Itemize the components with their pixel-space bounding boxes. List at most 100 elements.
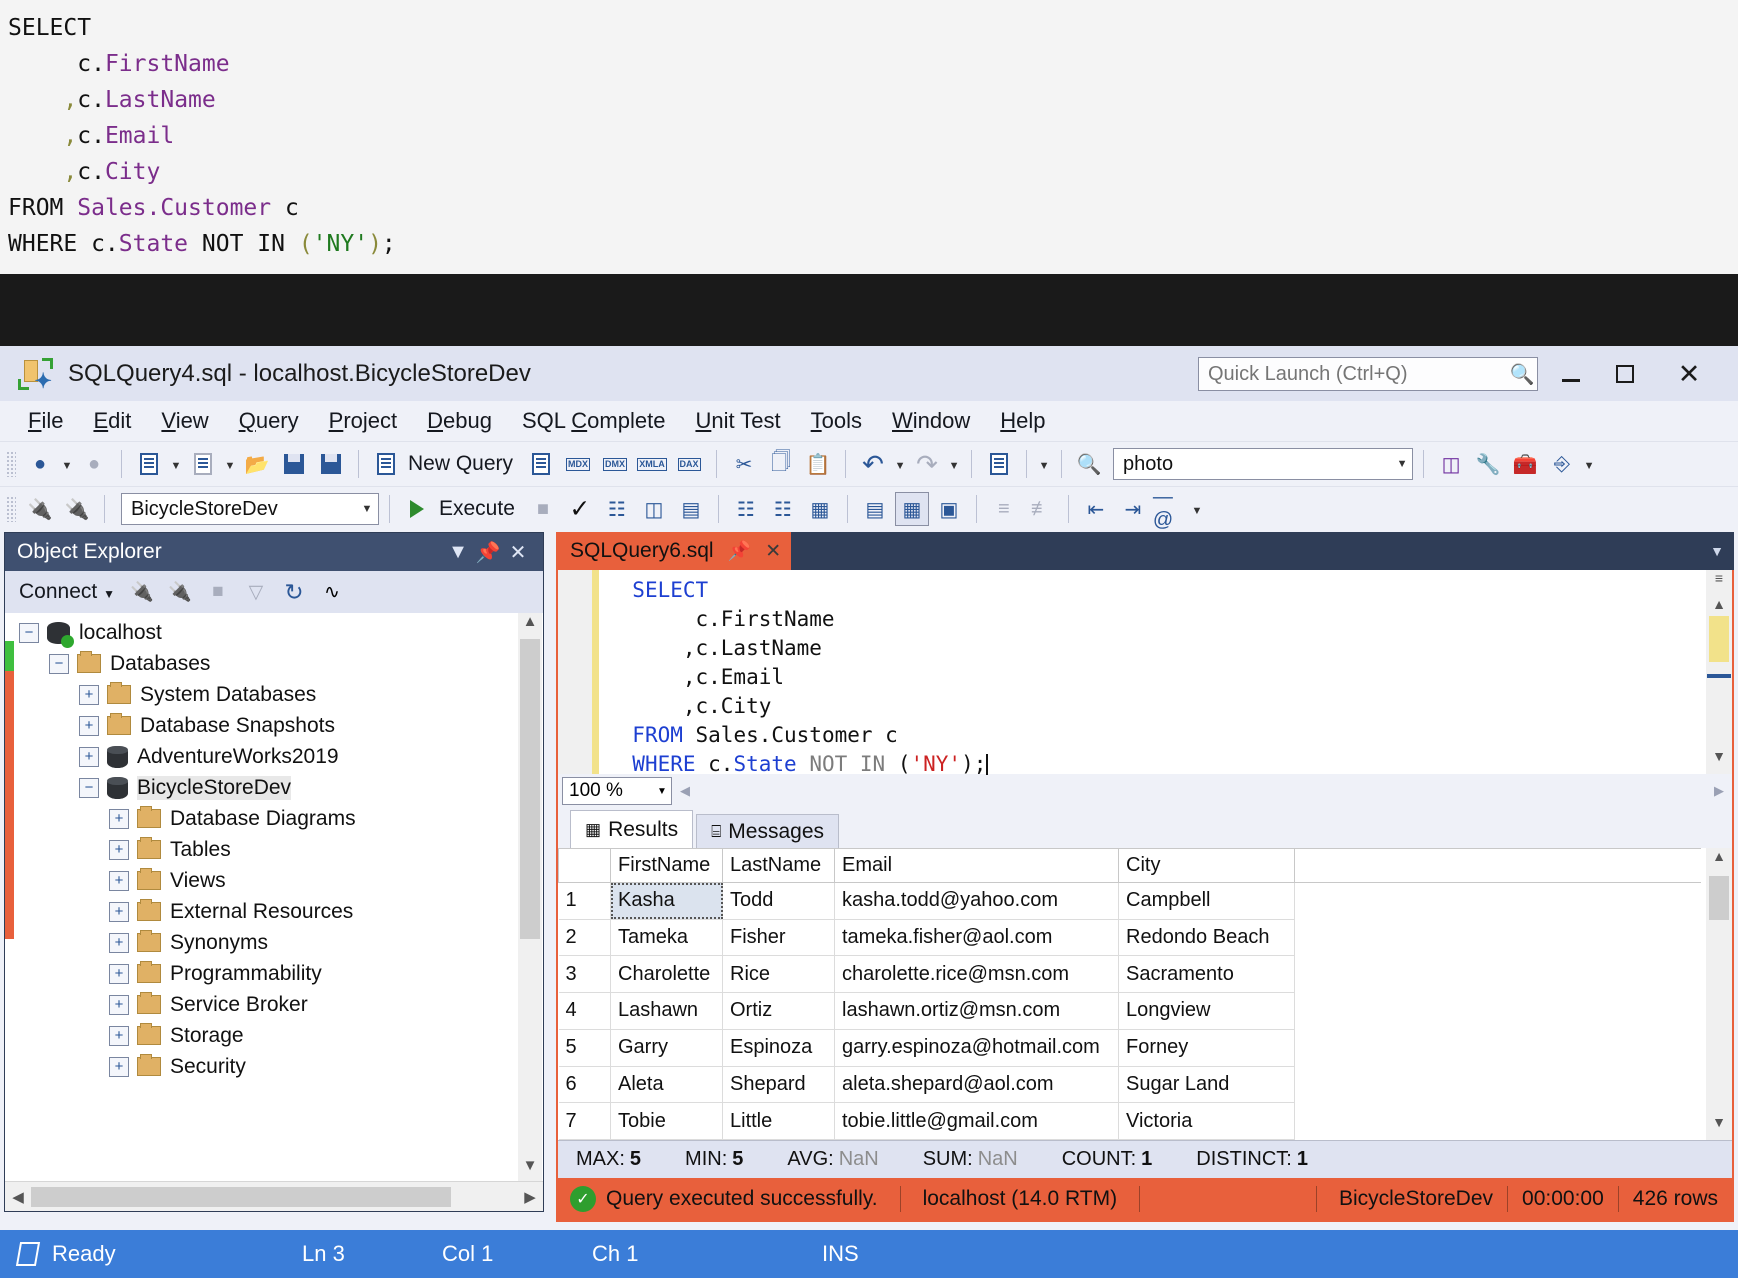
connect-icon[interactable]: 🔌 (23, 492, 57, 526)
menu-item-edit[interactable]: Edit (79, 404, 145, 438)
specify-values-icon[interactable]: —@ (1153, 486, 1187, 531)
column-header-city[interactable]: City (1118, 848, 1295, 883)
command-prompt-dropdown[interactable]: ▼ (1582, 447, 1596, 481)
scrollbar-thumb[interactable] (520, 639, 540, 939)
save-all-icon[interactable] (314, 447, 348, 481)
expand-icon[interactable]: + (109, 932, 129, 953)
close-icon[interactable]: ✕ (765, 540, 781, 563)
toolbar-grip[interactable] (6, 451, 16, 477)
pin-icon[interactable]: 📌 (728, 539, 752, 563)
scroll-down-icon[interactable]: ▼ (518, 1157, 542, 1181)
results-to-text-icon[interactable]: ▤ (858, 492, 892, 526)
navigate-back-dropdown[interactable]: ▼ (60, 447, 74, 481)
expand-icon[interactable]: + (109, 870, 129, 891)
mdx-query-icon[interactable]: MDX (561, 447, 595, 481)
toolbox-icon[interactable]: 🧰 (1508, 447, 1542, 481)
execute-icon[interactable] (400, 492, 434, 526)
tab-list-dropdown-icon[interactable]: ▼ (1710, 543, 1724, 559)
cell-city[interactable]: Sacramento (1118, 955, 1295, 994)
cell-firstname[interactable]: Tameka (610, 918, 723, 957)
expand-icon[interactable]: + (109, 808, 129, 829)
expand-icon[interactable]: + (79, 746, 99, 767)
minimize-button[interactable] (1546, 354, 1596, 394)
results-vertical-scrollbar[interactable]: ▲ ▼ (1706, 848, 1732, 1140)
open-file-icon[interactable]: 📂 (240, 447, 274, 481)
cell-email[interactable]: kasha.todd@yahoo.com (834, 882, 1119, 920)
increase-indent-icon[interactable]: ⇥ (1116, 492, 1150, 526)
tree-node-adventureworks2019[interactable]: + AdventureWorks2019 (19, 741, 515, 772)
comment-icon[interactable]: ≡ (987, 492, 1021, 526)
tree-node-security[interactable]: + Security (19, 1051, 515, 1082)
editor-vertical-scrollbar[interactable]: ≡ ▲ ▼ (1706, 570, 1732, 774)
cell-city[interactable]: Redondo Beach (1118, 918, 1295, 957)
cell-firstname[interactable]: Tobie (610, 1102, 723, 1140)
command-prompt-icon[interactable]: ⎆ (1545, 447, 1579, 481)
close-icon[interactable]: ✕ (503, 540, 533, 565)
toolbar-overflow-dropdown[interactable]: ▼ (1037, 447, 1051, 481)
menu-item-sql-complete[interactable]: SQL Complete (508, 404, 680, 438)
maximize-button[interactable] (1600, 354, 1650, 394)
row-number[interactable]: 1 (558, 882, 611, 920)
parse-icon[interactable]: ✓ (563, 492, 597, 526)
expand-icon[interactable]: + (109, 901, 129, 922)
expand-icon[interactable]: + (109, 994, 129, 1015)
cell-lastname[interactable]: Shepard (722, 1065, 835, 1104)
uncomment-icon[interactable]: ≢ (1024, 492, 1058, 526)
zoom-combo-box[interactable]: 100 % ▼ (562, 777, 672, 805)
close-button[interactable]: ✕ (1664, 354, 1714, 394)
menu-item-window[interactable]: Window (878, 404, 984, 438)
chevron-down-icon[interactable]: ▼ (653, 786, 671, 797)
cell-city[interactable]: Longview (1118, 992, 1295, 1030)
scrollbar-thumb[interactable] (1709, 876, 1729, 920)
collapse-icon[interactable]: − (19, 622, 39, 643)
table-row[interactable]: 4 Lashawn Ortiz lashawn.ortiz@msn.com Longvi… (558, 992, 1701, 1030)
refresh-icon[interactable]: ↻ (277, 576, 311, 608)
cell-lastname[interactable]: Fisher (722, 918, 835, 957)
cell-lastname[interactable]: Espinoza (722, 1028, 835, 1067)
expand-icon[interactable]: + (109, 1056, 129, 1077)
dax-query-icon[interactable]: DAX (672, 447, 706, 481)
find-combo-box[interactable]: photo ▼ (1113, 448, 1414, 480)
results-grid[interactable]: FirstName LastName Email City 1 Kasha Todd kas… (558, 848, 1701, 1140)
expand-icon[interactable]: + (109, 963, 129, 984)
quick-launch-input[interactable] (1199, 362, 1507, 386)
sql-text[interactable]: SELECT c.FirstName ,c.LastName ,c.Email … (599, 570, 1706, 776)
scroll-up-icon[interactable]: ▲ (1706, 848, 1732, 874)
scroll-down-icon[interactable]: ▼ (1706, 748, 1732, 774)
zoom-value[interactable]: 100 % (563, 780, 653, 802)
cell-city[interactable]: Campbell (1118, 882, 1295, 920)
column-header-firstname[interactable]: FirstName (610, 848, 723, 883)
connect-icon[interactable]: 🔌 (125, 576, 159, 608)
results-to-file-icon[interactable]: ▦ (803, 492, 837, 526)
navigate-back-icon[interactable]: ● (23, 447, 57, 481)
cell-lastname[interactable]: Little (722, 1102, 835, 1140)
database-combo-box[interactable]: BicycleStoreDev ▼ (121, 493, 379, 525)
cell-email[interactable]: tameka.fisher@aol.com (834, 918, 1119, 957)
tree-node-tables[interactable]: + Tables (19, 834, 515, 865)
chevron-down-icon[interactable]: ▼ (103, 587, 115, 601)
cell-firstname[interactable]: Kasha (610, 882, 723, 920)
scroll-left-icon[interactable]: ◀ (5, 1188, 31, 1206)
cell-email[interactable]: lashawn.ortiz@msn.com (834, 992, 1119, 1030)
decrease-indent-icon[interactable]: ⇤ (1079, 492, 1113, 526)
scroll-down-icon[interactable]: ▼ (1706, 1114, 1732, 1140)
row-number[interactable]: 7 (558, 1102, 611, 1140)
scroll-right-icon[interactable]: ▶ (517, 1188, 543, 1206)
menu-item-file[interactable]: File (14, 404, 77, 438)
chevron-down-icon[interactable]: ▼ (356, 503, 378, 515)
cell-firstname[interactable]: Aleta (610, 1065, 723, 1104)
cell-lastname[interactable]: Ortiz (722, 992, 835, 1030)
table-row[interactable]: 1 Kasha Todd kasha.todd@yahoo.com Campbell (558, 882, 1701, 920)
results-grid-wrapper[interactable]: FirstName LastName Email City 1 Kasha Todd kas… (558, 848, 1732, 1140)
tree-node-localhost[interactable]: − localhost (19, 617, 515, 648)
new-query-button[interactable]: New Query (406, 452, 521, 476)
disconnect-icon[interactable]: 🔌 (60, 492, 94, 526)
tree-node-database-snapshots[interactable]: + Database Snapshots (19, 710, 515, 741)
results-to-grid-icon[interactable]: ▦ (894, 492, 929, 526)
toolbar2-overflow-dropdown[interactable]: ▼ (1190, 492, 1204, 526)
split-editor-icon[interactable]: ≡ (1706, 570, 1732, 596)
sql-code-editor[interactable]: SELECT c.FirstName ,c.LastName ,c.Email … (556, 570, 1734, 776)
menu-item-tools[interactable]: Tools (797, 404, 876, 438)
tab-results[interactable]: ▦ Results (570, 810, 694, 848)
cell-email[interactable]: charolette.rice@msn.com (834, 955, 1119, 994)
